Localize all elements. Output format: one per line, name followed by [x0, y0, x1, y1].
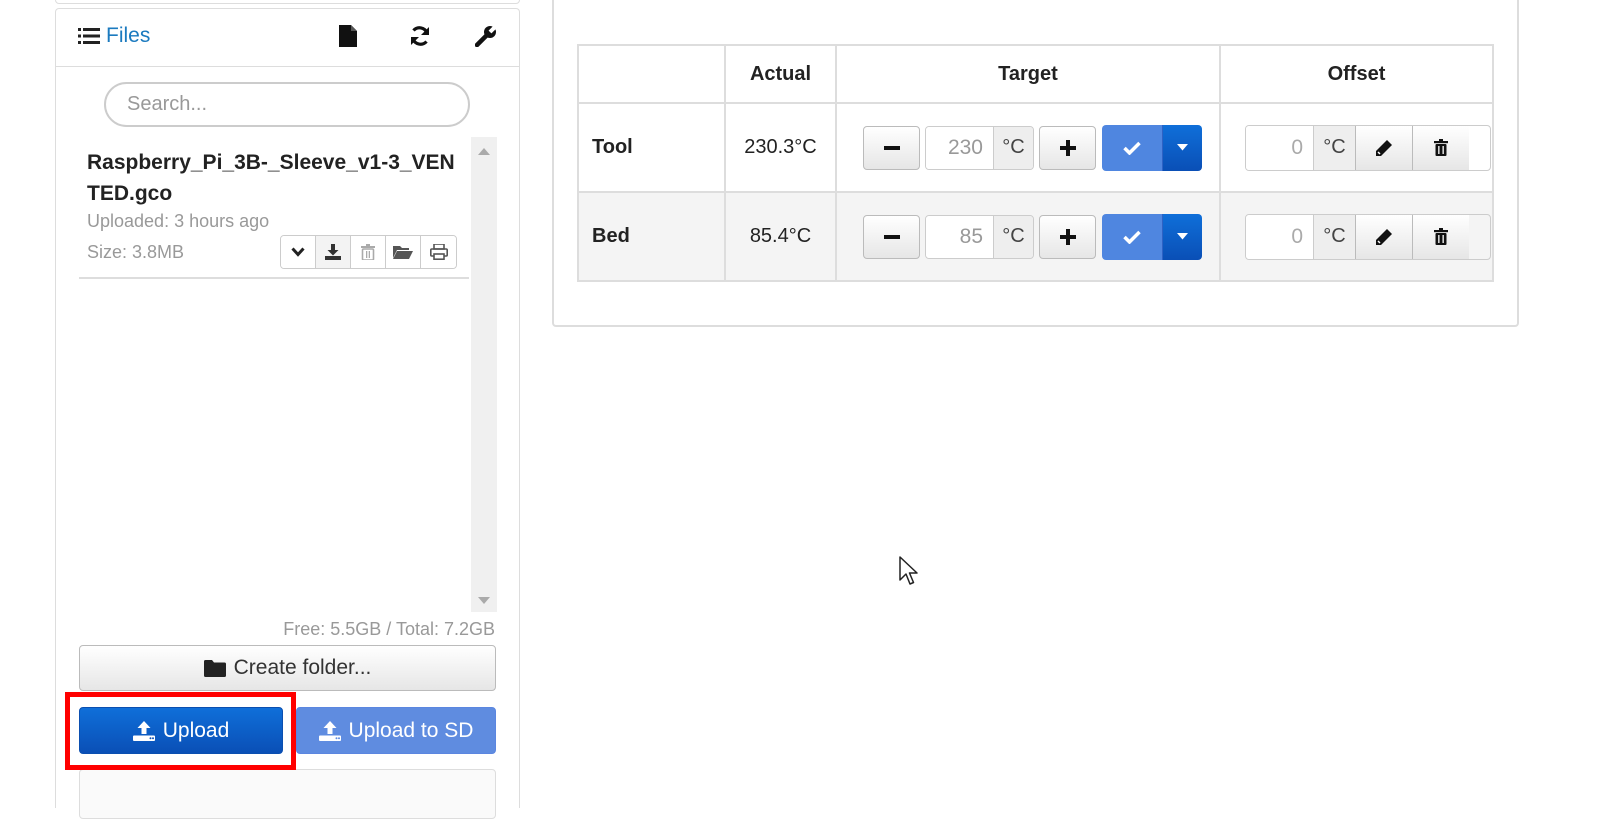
- upload-sd-icon: [318, 720, 341, 741]
- decrease-target-button[interactable]: [863, 125, 920, 170]
- header-label: [577, 44, 726, 104]
- table-row-bed: Bed 85.4°C °C: [577, 191, 1494, 282]
- create-folder-button[interactable]: Create folder...: [79, 645, 496, 691]
- chevron-down-icon[interactable]: [281, 236, 316, 268]
- wrench-icon[interactable]: [475, 25, 497, 47]
- pencil-icon: [1375, 139, 1393, 157]
- target-unit: °C: [993, 215, 1033, 258]
- target-temp-input[interactable]: [926, 215, 993, 258]
- folder-icon: [203, 659, 226, 677]
- check-icon: [1123, 230, 1141, 244]
- file-list-scrollbar[interactable]: [471, 137, 497, 612]
- offset-unit: °C: [1313, 214, 1355, 259]
- offset-unit: °C: [1313, 125, 1355, 170]
- target-cell-bed: °C: [835, 191, 1221, 282]
- increase-target-button[interactable]: [1039, 125, 1096, 170]
- minus-icon: [883, 145, 900, 150]
- plus-icon: [1059, 228, 1076, 245]
- trash-icon: [1434, 228, 1448, 245]
- row-label-bed: Bed: [577, 191, 726, 282]
- target-input-group: °C: [925, 125, 1034, 170]
- plus-icon: [1059, 139, 1076, 156]
- actual-temp-tool: 230.3°C: [724, 102, 837, 193]
- file-name: Raspberry_Pi_3B-_Sleeve_v1-3_VENTED.gco: [87, 151, 455, 205]
- caret-down-icon: [1177, 233, 1188, 240]
- offset-group: °C: [1245, 213, 1491, 260]
- upload-button[interactable]: Upload: [79, 707, 283, 754]
- header-actual: Actual: [724, 44, 837, 104]
- trash-icon: [1434, 139, 1448, 156]
- refresh-icon[interactable]: [409, 25, 431, 47]
- file-size: Size: 3.8MB: [87, 242, 185, 262]
- target-input-group: °C: [925, 214, 1034, 259]
- table-header-row: Actual Target Offset: [577, 44, 1494, 104]
- row-label-tool: Tool: [577, 102, 726, 193]
- target-presets-dropdown[interactable]: [1163, 124, 1202, 171]
- panel-below-stub: [79, 769, 496, 819]
- minus-icon: [883, 234, 900, 239]
- panel-above-stub: [55, 0, 520, 4]
- files-panel: Files Raspberry_Pi_3B-_Sleeve_v1-3_VENTE…: [55, 8, 520, 819]
- actual-temp-bed: 85.4°C: [724, 191, 837, 282]
- delete-offset-button[interactable]: [1412, 214, 1469, 259]
- trash-icon[interactable]: [351, 236, 386, 268]
- upload-icon: [132, 720, 155, 741]
- decrease-target-button[interactable]: [863, 214, 920, 259]
- print-icon[interactable]: [421, 236, 456, 268]
- search-input[interactable]: [104, 82, 470, 127]
- offset-input[interactable]: [1246, 125, 1313, 170]
- list-icon: [78, 27, 100, 45]
- file-list: Raspberry_Pi_3B-_Sleeve_v1-3_VENTED.gco …: [79, 137, 469, 612]
- temperature-table: Actual Target Offset Tool 230.3°C °C: [577, 44, 1494, 282]
- file-list-item[interactable]: Raspberry_Pi_3B-_Sleeve_v1-3_VENTED.gco …: [79, 137, 469, 279]
- upload-sd-label: Upload to SD: [348, 718, 474, 742]
- offset-cell-tool: °C: [1219, 102, 1494, 193]
- scroll-up-icon[interactable]: [478, 147, 490, 155]
- download-icon[interactable]: [316, 236, 351, 268]
- offset-group: °C: [1245, 124, 1491, 171]
- header-offset: Offset: [1219, 44, 1494, 104]
- new-file-icon[interactable]: [339, 25, 357, 47]
- caret-down-icon: [1177, 144, 1188, 151]
- upload-label: Upload: [162, 718, 230, 742]
- apply-target-group: [1102, 124, 1202, 171]
- target-unit: °C: [993, 126, 1033, 169]
- create-folder-label: Create folder...: [233, 656, 372, 679]
- check-icon: [1123, 141, 1141, 155]
- target-temp-input[interactable]: [926, 126, 993, 169]
- edit-offset-button[interactable]: [1355, 125, 1412, 170]
- edit-offset-button[interactable]: [1355, 214, 1412, 259]
- target-presets-dropdown[interactable]: [1163, 213, 1202, 260]
- files-panel-header: Files: [56, 9, 519, 67]
- target-cell-tool: °C: [835, 102, 1221, 193]
- apply-target-button[interactable]: [1102, 124, 1163, 171]
- folder-open-icon[interactable]: [386, 236, 421, 268]
- delete-offset-button[interactable]: [1412, 125, 1469, 170]
- file-action-group: [280, 235, 457, 269]
- apply-target-group: [1102, 213, 1202, 260]
- increase-target-button[interactable]: [1039, 214, 1096, 259]
- pencil-icon: [1375, 228, 1393, 246]
- storage-info: Free: 5.5GB / Total: 7.2GB: [283, 619, 495, 639]
- mouse-cursor-icon: [899, 556, 921, 588]
- table-row-tool: Tool 230.3°C °C: [577, 102, 1494, 193]
- upload-to-sd-button[interactable]: Upload to SD: [296, 707, 496, 754]
- offset-cell-bed: °C: [1219, 191, 1494, 282]
- apply-target-button[interactable]: [1102, 213, 1163, 260]
- file-uploaded: Uploaded: 3 hours ago: [87, 211, 270, 231]
- header-target: Target: [835, 44, 1221, 104]
- offset-input[interactable]: [1246, 214, 1313, 259]
- files-title: Files: [106, 24, 151, 47]
- files-title-link[interactable]: Files: [78, 24, 150, 48]
- scroll-down-icon[interactable]: [478, 597, 490, 605]
